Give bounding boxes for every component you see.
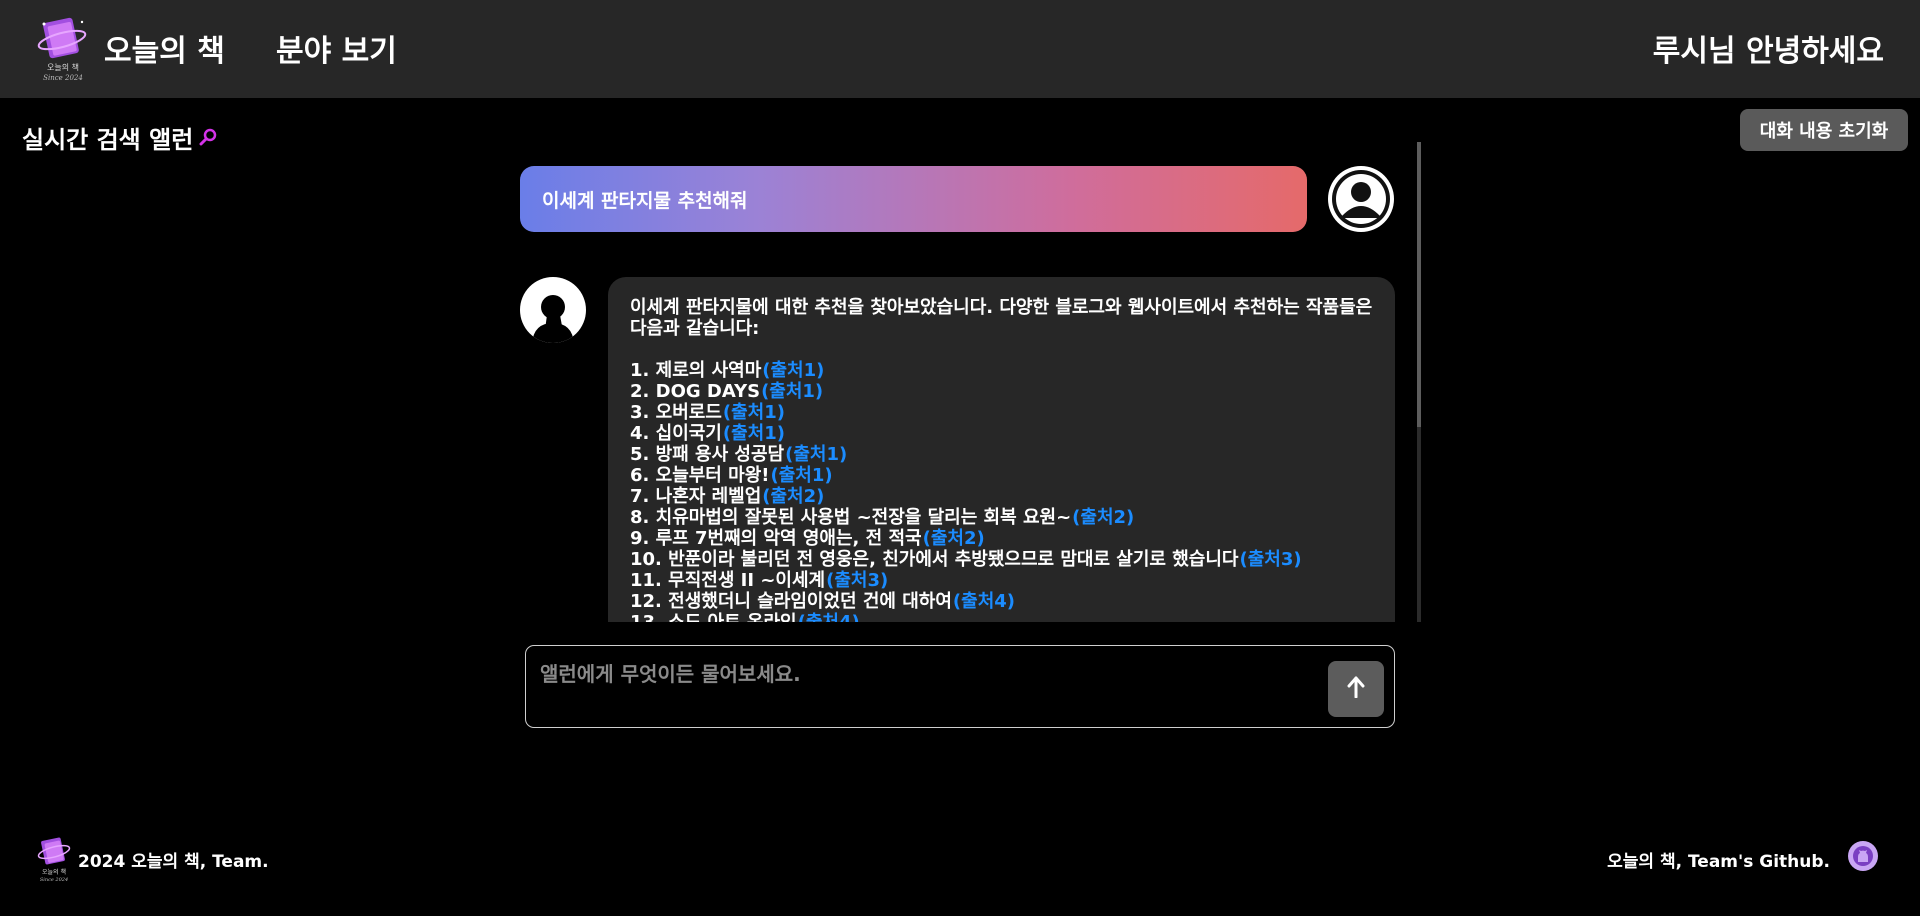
site-logo[interactable]: 오늘의 책 Since 2024 [36,14,90,84]
chat-scrollbar[interactable] [1417,142,1421,622]
scrollbar-thumb[interactable] [1417,142,1421,427]
reset-chat-button[interactable]: 대화 내용 초기화 [1740,109,1908,151]
live-search-title: 실시간 검색 앨런 [22,120,217,155]
list-item: 6. 오늘부터 마왕!(출처1) [630,465,833,486]
bot-avatar-icon [520,277,586,343]
source-link[interactable]: (출처3) [826,570,888,591]
footer-github-label[interactable]: 오늘의 책, Team's Github. [1607,847,1830,872]
source-link[interactable]: (출처4) [798,612,860,622]
list-item: 10. 반푼이라 불리던 전 영웅은, 친가에서 추방됐으므로 맘대로 살기로 … [630,549,1302,570]
source-link[interactable]: (출처2) [1072,507,1134,528]
list-item: 2. DOG DAYS(출처1) [630,381,824,402]
send-button[interactable] [1328,661,1384,717]
arrow-up-icon [1346,676,1366,702]
list-item: 3. 오버로드(출처1) [630,402,785,423]
list-item: 5. 방패 용사 성공담(출처1) [630,444,848,465]
site-title-link[interactable]: 오늘의 책 [104,26,225,70]
user-greeting: 루시님 안녕하세요 [1652,34,1884,69]
bot-intro-text: 이세계 판타지물에 대한 추천을 찾아보았습니다. 다양한 블로그와 웹사이트에… [630,297,1373,339]
list-item: 8. 치유마법의 잘못된 사용법 ~전장을 달리는 회복 요원~(출처2) [630,507,1135,528]
live-search-label: 실시간 검색 앨런 [22,126,194,154]
source-link[interactable]: (출처1) [785,444,847,465]
footer-logo: 오늘의 책 Since 2024 [36,835,72,883]
chat-input[interactable] [540,658,1300,714]
list-item: 11. 무직전생 II ~이세계(출처3) [630,570,889,591]
list-item: 12. 전생했더니 슬라임이었던 건에 대하여(출처4) [630,591,1016,612]
list-item: 7. 나혼자 레벨업(출처2) [630,486,825,507]
chat-input-box [525,645,1395,728]
svg-text:Since 2024: Since 2024 [40,877,68,883]
user-message-row: 이세계 판타지물 추천해줘 [520,166,1395,232]
genre-nav-link[interactable]: 분야 보기 [276,26,397,70]
svg-text:Since 2024: Since 2024 [43,74,83,82]
search-icon [199,124,217,152]
list-item: 4. 십이국기(출처1) [630,423,785,444]
source-link[interactable]: (출처2) [762,486,824,507]
list-item: 9. 루프 7번째의 악역 영애는, 전 적국(출처2) [630,528,985,549]
source-link[interactable]: (출처1) [762,360,824,381]
svg-text:오늘의 책: 오늘의 책 [47,62,79,72]
source-link[interactable]: (출처1) [761,381,823,402]
chat-area[interactable]: 이세계 판타지물 추천해줘 이세계 판타지물에 대한 추천을 찾아보았습니다. … [500,142,1425,622]
user-avatar-icon [1328,166,1394,232]
source-link[interactable]: (출처1) [723,402,785,423]
footer-copyright: 2024 오늘의 책, Team. [78,852,269,872]
bot-message-bubble: 이세계 판타지물에 대한 추천을 찾아보았습니다. 다양한 블로그와 웹사이트에… [608,277,1395,622]
list-item: 1. 제로의 사역마(출처1) [630,360,825,381]
github-icon[interactable] [1848,841,1878,871]
user-message-bubble: 이세계 판타지물 추천해줘 [520,166,1307,232]
source-link[interactable]: (출처1) [770,465,832,486]
source-link[interactable]: (출처4) [953,591,1015,612]
svg-text:오늘의 책: 오늘의 책 [42,868,66,876]
list-item: 13. 소드 아트 온라인(출처4) [630,612,1373,622]
source-link[interactable]: (출처3) [1239,549,1301,570]
source-link[interactable]: (출처1) [723,423,785,444]
source-link[interactable]: (출처2) [923,528,985,549]
top-header: 오늘의 책 Since 2024 오늘의 책 분야 보기 루시님 안녕하세요 [0,0,1920,98]
